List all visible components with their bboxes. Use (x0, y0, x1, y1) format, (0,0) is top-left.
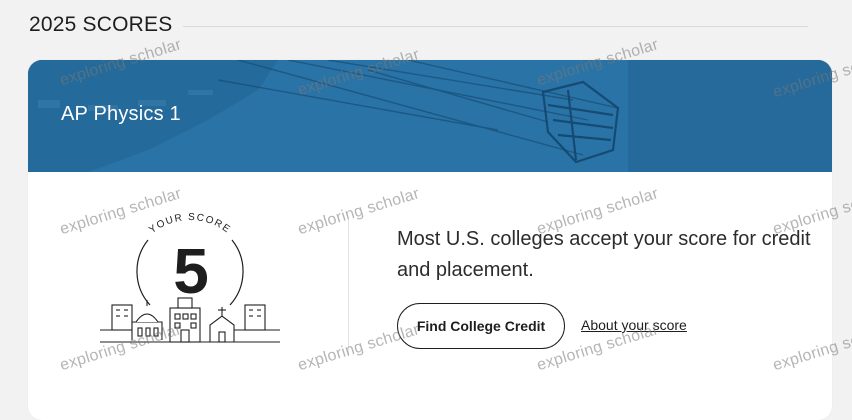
find-college-credit-button[interactable]: Find College Credit (397, 303, 565, 349)
score-value: 5 (173, 235, 209, 307)
about-your-score-link[interactable]: About your score (581, 317, 687, 333)
score-caption: YOUR SCORE (147, 212, 233, 236)
vertical-divider (348, 220, 349, 356)
section-title: 2025 SCORES (29, 13, 173, 36)
score-card: AP Physics 1 YOUR SCORE 5 Most U.S. coll… (28, 60, 832, 420)
score-message: Most U.S. colleges accept your score for… (397, 228, 811, 281)
course-banner: AP Physics 1 (28, 60, 832, 172)
course-title: AP Physics 1 (61, 103, 181, 125)
section-divider (183, 26, 808, 27)
